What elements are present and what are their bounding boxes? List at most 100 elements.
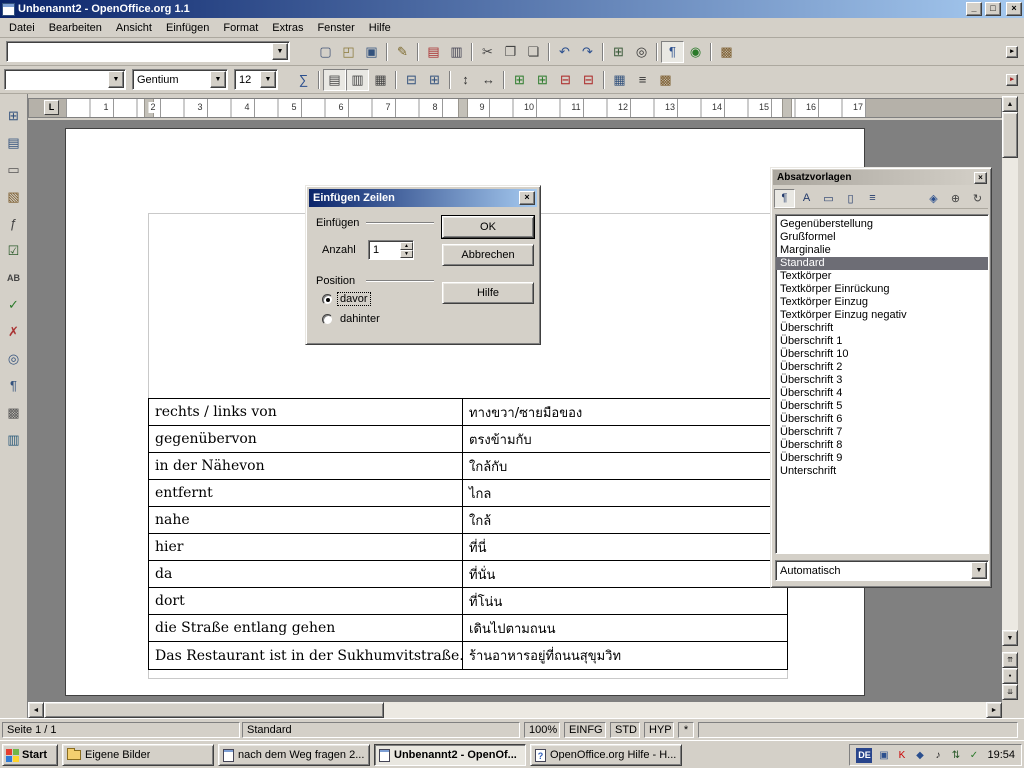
cut-icon[interactable]: ✂ (476, 41, 499, 63)
status-zoom[interactable]: 100% (524, 722, 560, 738)
new-document-icon[interactable]: ▢ (314, 41, 337, 63)
open-document-icon[interactable]: ◰ (337, 41, 360, 63)
cell-german[interactable]: nahe (149, 507, 463, 533)
zoom-icon[interactable]: ◎ (630, 41, 653, 63)
menu-item-ansicht[interactable]: Ansicht (109, 19, 159, 37)
toggle-object-bar-icon[interactable]: ▸ (1006, 74, 1018, 86)
dropdown-icon[interactable]: ▼ (108, 71, 124, 88)
count-spinner[interactable]: 1 ▲ ▼ (368, 240, 414, 260)
quickstarter-icon[interactable]: ◆ (912, 748, 927, 763)
export-pdf-icon[interactable]: ▤ (422, 41, 445, 63)
style-list[interactable]: GegenüberstellungGrußformelMarginalieSta… (775, 214, 989, 554)
style-item[interactable]: Überschrift 4 (776, 387, 988, 400)
cell-german[interactable]: entfernt (149, 480, 463, 506)
radio-before-label[interactable]: davor (338, 293, 370, 305)
delete-row-icon[interactable]: ⊟ (554, 69, 577, 91)
delete-column-icon[interactable]: ⊟ (577, 69, 600, 91)
style-item[interactable]: Überschrift (776, 322, 988, 335)
table-row[interactable]: Das Restaurant ist in der Sukhumvitstraß… (149, 642, 787, 669)
cell-thai[interactable]: ใกล้ (463, 507, 787, 533)
menu-item-hilfe[interactable]: Hilfe (362, 19, 398, 37)
table-row[interactable]: rechts / links vonทางขวา/ซายมือของ (149, 399, 787, 426)
table-row[interactable]: hierที่นี่ (149, 534, 787, 561)
status-page-style[interactable]: Standard (242, 722, 520, 738)
optimal-width-icon[interactable]: ↔ (477, 69, 500, 91)
style-item[interactable]: Überschrift 5 (776, 400, 988, 413)
update-style-icon[interactable]: ↻ (967, 189, 988, 208)
insert-column-icon[interactable]: ⊞ (531, 69, 554, 91)
cell-german[interactable]: Das Restaurant ist in der Sukhumvitstraß… (149, 642, 463, 669)
cell-thai[interactable]: เดินไปตามถนน (463, 615, 787, 641)
menu-item-format[interactable]: Format (216, 19, 265, 37)
cancel-button[interactable]: Abbrechen (442, 244, 534, 266)
borders-icon[interactable]: ▦ (608, 69, 631, 91)
sum-icon[interactable]: ∑ (292, 69, 315, 91)
find-replace-icon[interactable]: ◎ (2, 347, 26, 370)
edit-file-icon[interactable]: ✎ (391, 41, 414, 63)
menu-item-extras[interactable]: Extras (265, 19, 310, 37)
minimize-icon[interactable]: _ (966, 2, 982, 16)
cell-thai[interactable]: ที่นี่ (463, 534, 787, 560)
dropdown-icon[interactable]: ▼ (971, 562, 987, 579)
dropdown-icon[interactable]: ▼ (210, 71, 226, 88)
updates-icon[interactable]: ✓ (966, 748, 981, 763)
nonprinting-characters-icon[interactable]: ¶ (2, 374, 26, 397)
insert-fields-icon[interactable]: ƒ (2, 212, 26, 235)
ruler-column-marker[interactable] (782, 99, 792, 117)
table-row[interactable]: dortที่โน่น (149, 588, 787, 615)
redo-icon[interactable]: ↷ (576, 41, 599, 63)
copy-icon[interactable]: ❐ (499, 41, 522, 63)
horizontal-ruler[interactable]: 1234567891011121314151617 (28, 98, 1002, 118)
form-functions-icon[interactable]: ☑ (2, 239, 26, 262)
radio-after[interactable]: dahinter (322, 313, 382, 325)
cell-thai[interactable]: ร้านอาหารอยู่ที่ถนนสุขุมวิท (463, 642, 787, 669)
background-color-icon[interactable]: ▩ (654, 69, 677, 91)
ruler-column-marker[interactable] (458, 99, 468, 117)
style-item[interactable]: Textkörper Einzug negativ (776, 309, 988, 322)
radio-before[interactable]: davor (322, 293, 370, 305)
table-row[interactable]: in der Nähevonใกล้กับ (149, 453, 787, 480)
style-item[interactable]: Gegenüberstellung (776, 218, 988, 231)
taskbar-task[interactable]: Eigene Bilder (62, 744, 214, 766)
close-icon[interactable]: × (974, 172, 987, 184)
menu-item-datei[interactable]: Datei (2, 19, 42, 37)
fixed-width-icon[interactable]: ▤ (323, 69, 346, 91)
new-style-from-selection-icon[interactable]: ⊕ (945, 189, 966, 208)
language-indicator[interactable]: DE (856, 748, 872, 763)
style-item[interactable]: Überschrift 1 (776, 335, 988, 348)
cell-german[interactable]: da (149, 561, 463, 587)
style-item[interactable]: Überschrift 6 (776, 413, 988, 426)
insert-graphics-icon[interactable]: ▧ (2, 185, 26, 208)
volume-icon[interactable]: ♪ (930, 748, 945, 763)
auto-spellcheck-icon[interactable]: ✗ (2, 320, 26, 343)
hyperlink-dialog-icon[interactable]: ◉ (684, 41, 707, 63)
scroll-down-button[interactable]: ▼ (1002, 630, 1018, 646)
scroll-left-button[interactable]: ◄ (28, 702, 44, 718)
status-insert-mode[interactable]: EINFG (564, 722, 606, 738)
menu-item-fenster[interactable]: Fenster (310, 19, 361, 37)
spellcheck-icon[interactable]: ✓ (2, 293, 26, 316)
character-styles-icon[interactable]: A (796, 189, 817, 208)
insert-section-icon[interactable]: ▤ (2, 131, 26, 154)
tab-stop-selector[interactable]: L (44, 100, 59, 115)
paragraph-styles-icon[interactable]: ¶ (774, 189, 795, 208)
ok-button[interactable]: OK (442, 216, 534, 238)
cell-german[interactable]: in der Nähevon (149, 453, 463, 479)
merge-cells-icon[interactable]: ⊟ (400, 69, 423, 91)
display-settings-icon[interactable]: ▣ (876, 748, 891, 763)
style-item[interactable]: Unterschrift (776, 465, 988, 478)
toolbar-options-icon[interactable]: ▸ (1006, 46, 1018, 58)
font-name-combo[interactable]: Gentium ▼ (132, 69, 228, 90)
insert-row-icon[interactable]: ⊞ (508, 69, 531, 91)
style-item[interactable]: Überschrift 9 (776, 452, 988, 465)
status-hyperlink-mode[interactable]: HYP (644, 722, 674, 738)
style-item[interactable]: Marginalie (776, 244, 988, 257)
optimal-height-icon[interactable]: ↕ (454, 69, 477, 91)
vertical-scrollbar-thumb[interactable] (1002, 112, 1018, 158)
taskbar-task[interactable]: nach dem Weg fragen 2.... (218, 744, 370, 766)
online-layout-icon[interactable]: ▥ (2, 428, 26, 451)
style-item[interactable]: Textkörper Einzug (776, 296, 988, 309)
navigation-button[interactable]: ● (1002, 668, 1018, 684)
insert-frame-icon[interactable]: ▭ (2, 158, 26, 181)
radio-selected-icon[interactable] (322, 294, 333, 305)
